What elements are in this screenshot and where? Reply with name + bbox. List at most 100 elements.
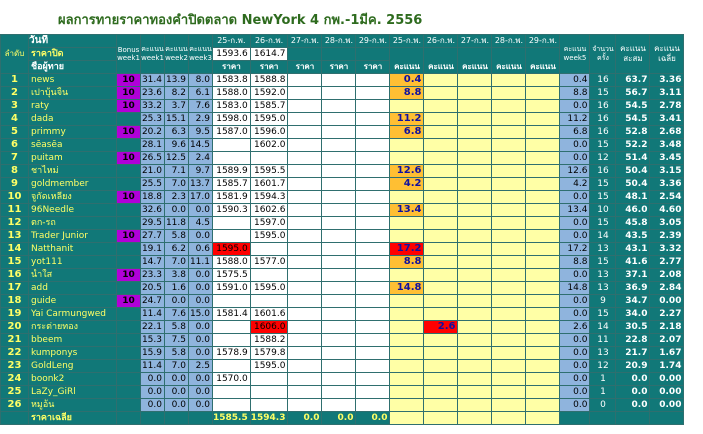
score-29 [525, 138, 561, 152]
footer-blank [164, 411, 189, 425]
score-28 [491, 281, 527, 295]
price-29 [355, 190, 391, 204]
average-score: 2.39 [649, 229, 685, 243]
average-score: 3.32 [649, 242, 685, 256]
score-28 [491, 177, 527, 191]
price-27 [287, 99, 323, 113]
average-score: 0.00 [649, 294, 685, 308]
total-score: 30.5 [615, 320, 651, 334]
price-27 [287, 255, 323, 269]
bonus-cell: 10 [116, 73, 141, 87]
bonus-cell [116, 177, 141, 191]
total-score: 50.4 [615, 164, 651, 178]
score-29 [525, 333, 561, 347]
row-index: 10 [0, 190, 29, 204]
price-25: 1581.4 [212, 307, 251, 321]
score-week5: 0.0 [559, 151, 591, 165]
score-26 [423, 281, 459, 295]
price-29 [355, 177, 391, 191]
score-week5: 0.0 [559, 190, 591, 204]
price-26: 1588.8 [249, 73, 289, 87]
total-score: 41.6 [615, 255, 651, 269]
price-29 [355, 151, 391, 165]
score-week2: 0.0 [164, 372, 189, 386]
price-25: 1570.0 [212, 372, 251, 386]
score-25 [389, 190, 425, 204]
price-25 [212, 333, 251, 347]
total-score: 45.8 [615, 216, 651, 230]
price-25: 1583.0 [212, 99, 251, 113]
score-29 [525, 385, 561, 399]
price-26 [249, 242, 289, 256]
bonus-cell: 10 [116, 99, 141, 113]
score-25: 11.2 [389, 112, 425, 126]
score-week5: 0.0 [559, 398, 591, 412]
score-week3: 0.0 [188, 385, 213, 399]
total-score: 48.1 [615, 190, 651, 204]
average-score: 2.78 [649, 99, 685, 113]
guesser-name: เปาบุ้นจิ้น [28, 86, 117, 100]
total-score: 43.1 [615, 242, 651, 256]
table-row: 22 kumponys 15.9 5.8 0.0 1578.9 1579.8 0.0 13 21.… [0, 346, 685, 360]
score-27 [457, 177, 493, 191]
table-row: 5 primmy 10 20.2 6.3 9.5 1587.0 1596.0 6.8 6.8 16 5… [0, 125, 685, 139]
score-29 [525, 151, 561, 165]
score-week1: 11.4 [140, 359, 165, 373]
price-25: 1581.9 [212, 190, 251, 204]
header-score-week5: คะแนน week5 [559, 34, 591, 74]
price-27 [287, 320, 323, 334]
guesser-name: จูกัดเหลียง [28, 190, 117, 204]
price-29 [355, 307, 391, 321]
score-27 [457, 398, 493, 412]
footer-score-blank [423, 411, 459, 425]
score-week5: 0.0 [559, 333, 591, 347]
bonus-cell [116, 346, 141, 360]
price-25 [212, 320, 251, 334]
header-average: คะแนนเฉลี่ย [649, 34, 685, 74]
price-29 [355, 242, 391, 256]
score-week3: 2.9 [188, 112, 213, 126]
score-week3: 0.0 [188, 320, 213, 334]
row-index: 23 [0, 359, 29, 373]
price-27 [287, 385, 323, 399]
footer-blank [188, 411, 213, 425]
score-week2: 6.3 [164, 125, 189, 139]
score-week1: 24.7 [140, 294, 165, 308]
score-25 [389, 398, 425, 412]
score-week1: 25.3 [140, 112, 165, 126]
guesser-name: 96Needle [28, 203, 117, 217]
price-27 [287, 229, 323, 243]
table-row: 9 goldmember 25.5 7.0 13.7 1585.7 1601.7 4.2 4.2… [0, 177, 685, 191]
header-count: จำนวนครั้ง [589, 34, 617, 74]
table-row: 26 หมูอ้น 0.0 0.0 0.0 0.0 0 0.0 0.00 [0, 398, 685, 412]
table-row: 10 จูกัดเหลียง 10 18.8 2.3 17.0 1581.9 1594.3 0.… [0, 190, 685, 204]
score-week5: 0.0 [559, 99, 591, 113]
total-score: 34.7 [615, 294, 651, 308]
score-25 [389, 385, 425, 399]
average-score: 2.07 [649, 333, 685, 347]
price-25: 1585.7 [212, 177, 251, 191]
score-28 [491, 112, 527, 126]
bonus-cell: 10 [116, 229, 141, 243]
price-27 [287, 294, 323, 308]
price-26 [249, 385, 289, 399]
row-index: 26 [0, 398, 29, 412]
average-score: 4.60 [649, 203, 685, 217]
guesser-name: yot111 [28, 255, 117, 269]
price-28 [321, 164, 357, 178]
score-week1: 29.5 [140, 216, 165, 230]
bonus-cell [116, 307, 141, 321]
price-26 [249, 294, 289, 308]
score-29 [525, 99, 561, 113]
price-29 [355, 359, 391, 373]
score-week2: 0.0 [164, 398, 189, 412]
price-25: 1598.0 [212, 112, 251, 126]
row-index: 1 [0, 73, 29, 87]
footer-blank [559, 411, 591, 425]
score-week1: 20.5 [140, 281, 165, 295]
score-week2: 8.2 [164, 86, 189, 100]
table-row: 14 Natthanit 19.1 6.2 0.6 1595.0 17.2 17.2 13 43.… [0, 242, 685, 256]
score-27 [457, 125, 493, 139]
price-27 [287, 281, 323, 295]
price-26: 1595.0 [249, 359, 289, 373]
